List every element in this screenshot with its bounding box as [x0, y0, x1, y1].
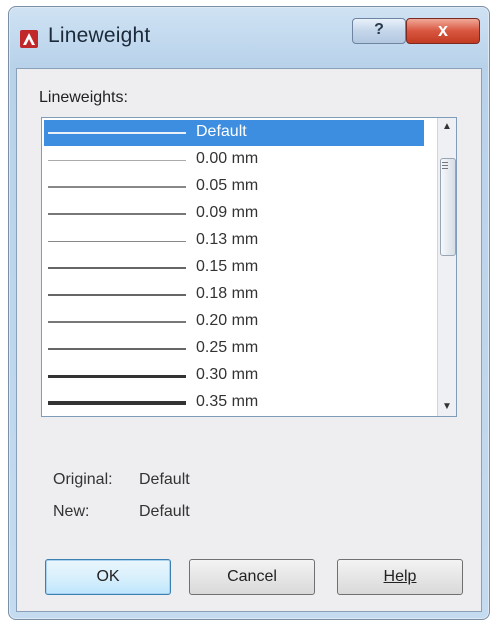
lineweight-item-label: 0.09 mm	[196, 204, 259, 221]
lineweight-item[interactable]: 0.25 mm	[44, 336, 424, 362]
lineweights-label: Lineweights:	[39, 89, 128, 106]
lineweight-item[interactable]: 0.30 mm	[44, 363, 424, 389]
lineweight-item-label: 0.15 mm	[196, 258, 259, 275]
lineweight-sample-line	[48, 213, 186, 215]
close-button[interactable]: x	[406, 18, 480, 44]
lineweight-sample-line	[48, 348, 186, 350]
lineweight-sample-line	[48, 401, 186, 405]
window-title: Lineweight	[48, 24, 151, 47]
lineweight-item-label: 0.25 mm	[196, 339, 259, 356]
lineweight-item-label: Default	[196, 123, 247, 140]
new-value: Default	[139, 503, 190, 520]
lineweight-item[interactable]: Default	[44, 120, 424, 146]
lineweight-sample-line	[48, 321, 186, 323]
lineweight-item-label: 0.18 mm	[196, 285, 259, 302]
lineweight-item[interactable]: 0.15 mm	[44, 255, 424, 281]
scroll-down-arrow-icon[interactable]: ▼	[438, 398, 456, 416]
lineweight-item[interactable]: 0.20 mm	[44, 309, 424, 335]
lineweight-sample-line	[48, 132, 186, 134]
lineweight-item-label: 0.00 mm	[196, 150, 259, 167]
scrollbar-thumb[interactable]	[440, 158, 456, 256]
ok-button[interactable]: OK	[45, 559, 171, 595]
lineweight-item[interactable]: 0.35 mm	[44, 390, 424, 416]
lineweight-sample-line	[48, 267, 186, 269]
lineweight-item[interactable]: 0.09 mm	[44, 201, 424, 227]
help-button-label: Help	[383, 568, 417, 585]
lineweight-item-label: 0.13 mm	[196, 231, 259, 248]
scroll-up-arrow-icon[interactable]: ▲	[438, 118, 456, 136]
lineweight-sample-line	[48, 159, 186, 161]
new-label: New:	[53, 503, 90, 520]
original-value: Default	[139, 471, 190, 488]
lineweight-item-label: 0.30 mm	[196, 366, 259, 383]
lineweight-item[interactable]: 0.05 mm	[44, 174, 424, 200]
question-icon: ?	[374, 21, 384, 38]
lineweight-sample-line	[48, 186, 186, 188]
lineweights-listbox[interactable]: Default 0.00 mm 0.05 mm 0.09 mm 0.13 mm 0.15 …	[41, 117, 457, 417]
cancel-button[interactable]: Cancel	[189, 559, 315, 595]
help-title-button[interactable]: ?	[352, 18, 406, 44]
lineweight-item[interactable]: 0.00 mm	[44, 147, 424, 173]
lineweight-sample-line	[48, 240, 186, 242]
autocad-app-icon	[20, 30, 38, 48]
lineweight-sample-line	[48, 374, 186, 378]
lineweight-item-label: 0.20 mm	[196, 312, 259, 329]
scrollbar-grip-icon	[442, 162, 448, 163]
lineweight-item-label: 0.35 mm	[196, 393, 259, 410]
original-label: Original:	[53, 471, 113, 488]
lineweight-item[interactable]: 0.13 mm	[44, 228, 424, 254]
lineweight-sample-line	[48, 294, 186, 296]
lineweight-item-label: 0.05 mm	[196, 177, 259, 194]
lineweight-item[interactable]: 0.18 mm	[44, 282, 424, 308]
help-button[interactable]: Help	[337, 559, 463, 595]
close-icon: x	[437, 20, 448, 40]
dialog-client-area: Lineweights: Default 0.00 mm 0.05 mm 0.09 m…	[16, 68, 482, 612]
listbox-scrollbar[interactable]: ▲ ▼	[437, 118, 456, 416]
